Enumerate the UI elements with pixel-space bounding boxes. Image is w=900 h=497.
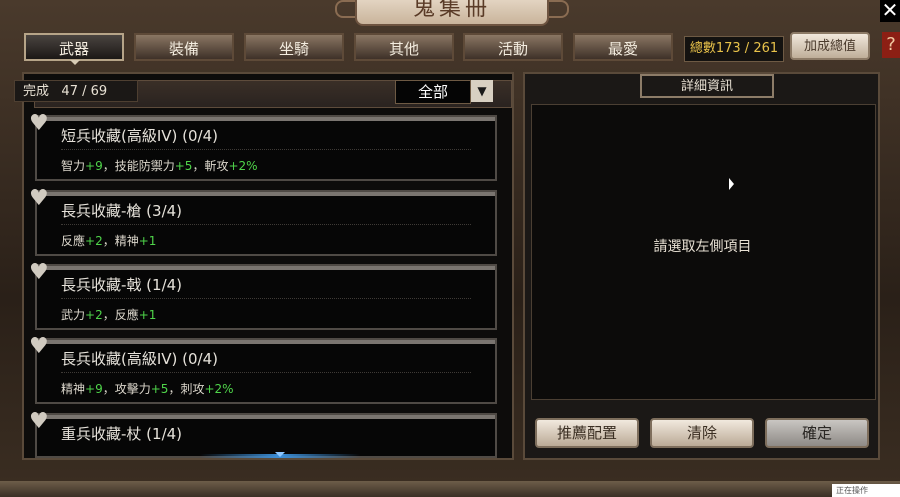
tab-mount[interactable]: 坐騎 xyxy=(244,33,344,61)
stat-bonus: +2 xyxy=(85,234,103,248)
stat-bonus: +9 xyxy=(85,382,103,396)
stat-label: 精神 xyxy=(61,382,86,396)
window-title: 鬼集冊 xyxy=(355,0,549,26)
recommend-config-button[interactable]: 推薦配置 xyxy=(535,418,639,448)
tab-other[interactable]: 其他 xyxy=(354,33,454,61)
clear-button[interactable]: 清除 xyxy=(650,418,754,448)
stat-label: ，攻擊力 xyxy=(102,382,151,396)
detail-title: 詳細資訊 xyxy=(640,74,774,98)
stat-bonus: +2 xyxy=(85,308,103,322)
stat-label: ，技能防禦力 xyxy=(102,159,175,173)
bottom-border xyxy=(0,481,900,497)
stat-bonus: +2% xyxy=(228,159,258,173)
stat-bonus: +9 xyxy=(85,159,103,173)
stat-label: ，反應 xyxy=(102,308,139,322)
item-stats: 智力+9，技能防禦力+5，斬攻+2% xyxy=(61,157,258,174)
stat-label: 智力 xyxy=(61,159,86,173)
confirm-button[interactable]: 確定 xyxy=(765,418,869,448)
total-value: 173 / 261 xyxy=(715,41,779,56)
close-icon[interactable]: ✕ xyxy=(880,0,900,22)
tab-event[interactable]: 活動 xyxy=(463,33,563,61)
tab-equipment[interactable]: 裝備 xyxy=(134,33,234,61)
favorite-heart-icon[interactable]: ♥ xyxy=(29,113,51,135)
favorite-heart-icon[interactable]: ♥ xyxy=(29,262,51,284)
favorite-heart-icon[interactable]: ♥ xyxy=(29,336,51,358)
complete-value: 47 / 69 xyxy=(61,84,108,99)
item-title: 長兵收藏-槍 (3/4) xyxy=(61,202,183,220)
complete-label: 完成 xyxy=(23,84,50,99)
active-tab-indicator xyxy=(70,60,80,65)
item-title: 短兵收藏(高級IV) (0/4) xyxy=(61,127,219,145)
stat-label: 武力 xyxy=(61,308,86,322)
mouse-cursor-icon xyxy=(729,178,734,190)
filter-dropdown-icon[interactable]: ▼ xyxy=(471,80,493,102)
overlay-watermark: 正在操作 xyxy=(832,484,900,497)
tab-favorite[interactable]: 最愛 xyxy=(573,33,673,61)
stat-label: ，刺攻 xyxy=(168,382,205,396)
item-stats: 反應+2，精神+1 xyxy=(61,232,156,249)
tab-weapon[interactable]: 武器 xyxy=(24,33,124,61)
stat-bonus: +5 xyxy=(150,382,169,396)
stat-label: 反應 xyxy=(61,234,86,248)
item-stats: 精神+9，攻擊力+5，刺攻+2% xyxy=(61,380,234,397)
detail-placeholder: 請選取左側項目 xyxy=(653,239,752,255)
filter-select[interactable]: 全部 xyxy=(395,80,471,104)
stat-label: ，精神 xyxy=(102,234,139,248)
item-title: 重兵收藏-杖 (1/4) xyxy=(61,425,183,443)
list-item[interactable]: ♥ 重兵收藏-杖 (1/4) xyxy=(29,411,497,458)
list-item[interactable]: ♥ 短兵收藏(高級IV) (0/4) 智力+9，技能防禦力+5，斬攻+2% xyxy=(29,113,497,181)
item-stats: 武力+2，反應+1 xyxy=(61,306,156,323)
stat-bonus: +1 xyxy=(138,234,157,248)
complete-counter: 完成 47 / 69 xyxy=(14,80,138,102)
item-title: 長兵收藏-戟 (1/4) xyxy=(61,276,183,294)
stat-bonus: +5 xyxy=(174,159,193,173)
total-label: 總數 xyxy=(689,41,716,56)
list-item[interactable]: ♥ 長兵收藏-槍 (3/4) 反應+2，精神+1 xyxy=(29,188,497,256)
item-title: 長兵收藏(高級IV) (0/4) xyxy=(61,350,219,368)
scroll-down-icon[interactable] xyxy=(275,452,285,457)
help-icon[interactable]: ? xyxy=(882,32,900,58)
favorite-heart-icon[interactable]: ♥ xyxy=(29,188,51,210)
list-item[interactable]: ♥ 長兵收藏(高級IV) (0/4) 精神+9，攻擊力+5，刺攻+2% xyxy=(29,336,497,404)
stat-bonus: +1 xyxy=(138,308,157,322)
bonus-total-button[interactable]: 加成總值 xyxy=(790,32,870,60)
favorite-heart-icon[interactable]: ♥ xyxy=(29,411,51,433)
list-item[interactable]: ♥ 長兵收藏-戟 (1/4) 武力+2，反應+1 xyxy=(29,262,497,330)
stat-label: ，斬攻 xyxy=(192,159,229,173)
stat-bonus: +2% xyxy=(204,382,234,396)
total-count: 總數173 / 261 xyxy=(684,36,784,62)
